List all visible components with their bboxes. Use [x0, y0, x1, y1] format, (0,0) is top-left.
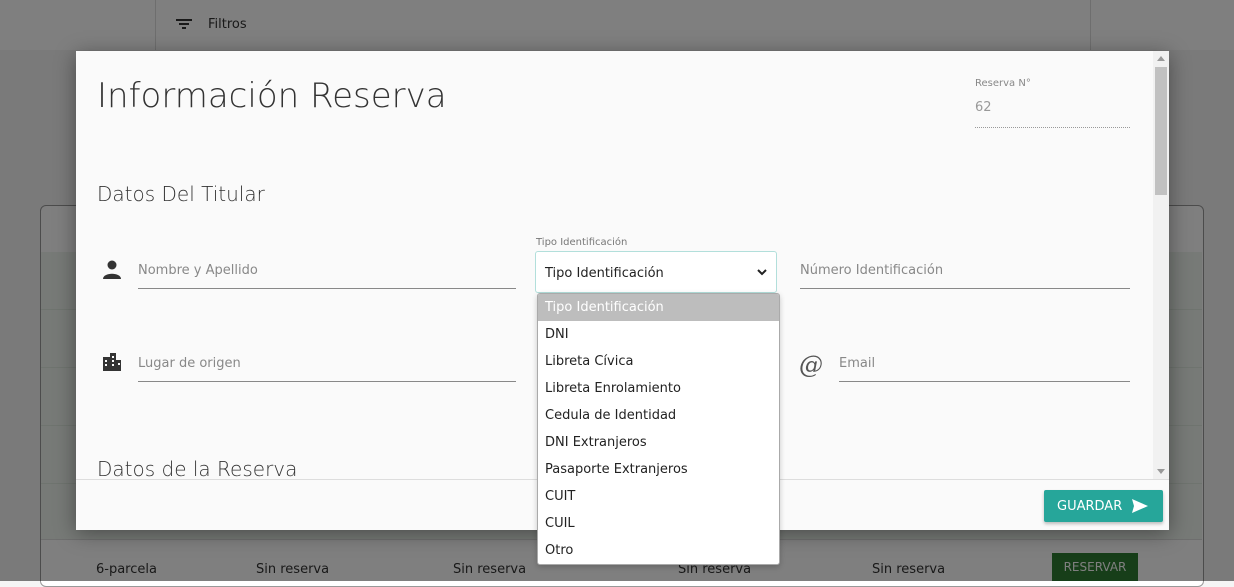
lugar-origen-input[interactable]: Lugar de origen [138, 356, 241, 371]
person-icon [103, 260, 121, 279]
reserva-number-label: Reserva N° [975, 78, 1031, 89]
numero-identificacion-input[interactable]: Número Identificación [800, 263, 943, 278]
option-otro[interactable]: Otro [538, 537, 779, 564]
option-dni[interactable]: DNI [538, 321, 779, 348]
section-titular-title: Datos Del Titular [97, 182, 265, 206]
scrollbar-thumb[interactable] [1155, 67, 1167, 195]
guardar-button[interactable]: GUARDAR [1044, 490, 1163, 522]
reserva-number-underline [975, 127, 1130, 128]
option-tipo-identificacion[interactable]: Tipo Identificación [538, 294, 779, 321]
section-reserva-title: Datos de la Reserva [97, 457, 298, 479]
guardar-label: GUARDAR [1057, 499, 1123, 514]
nombre-underline [138, 288, 516, 289]
option-libreta-civica[interactable]: Libreta Cívica [538, 348, 779, 375]
option-cedula-identidad[interactable]: Cedula de Identidad [538, 402, 779, 429]
reserva-number-value: 62 [975, 100, 992, 115]
modal-scrollbar[interactable] [1153, 51, 1169, 479]
option-pasaporte-extranjeros[interactable]: Pasaporte Extranjeros [538, 456, 779, 483]
scroll-up-arrow[interactable] [1157, 56, 1165, 61]
option-libreta-enrolamiento[interactable]: Libreta Enrolamiento [538, 375, 779, 402]
lugar-origen-underline [138, 381, 516, 382]
numero-underline [800, 288, 1130, 289]
email-input[interactable]: Email [839, 356, 875, 371]
nombre-input[interactable]: Nombre y Apellido [138, 263, 258, 278]
option-cuil[interactable]: CUIL [538, 510, 779, 537]
tipo-identificacion-label: Tipo Identificación [536, 237, 628, 248]
email-underline [839, 381, 1130, 382]
tipo-identificacion-value: Tipo Identificación [545, 266, 664, 281]
tipo-identificacion-options: Tipo Identificación DNI Libreta Cívica L… [537, 293, 780, 565]
at-icon: @ [799, 351, 823, 379]
city-icon [103, 353, 121, 371]
tipo-identificacion-select[interactable]: Tipo Identificación [535, 251, 777, 293]
scroll-down-arrow[interactable] [1157, 469, 1165, 474]
chevron-down-icon [757, 269, 767, 276]
option-cuit[interactable]: CUIT [538, 483, 779, 510]
send-icon [1132, 499, 1148, 513]
modal-title: Información Reserva [97, 76, 447, 116]
option-dni-extranjeros[interactable]: DNI Extranjeros [538, 429, 779, 456]
